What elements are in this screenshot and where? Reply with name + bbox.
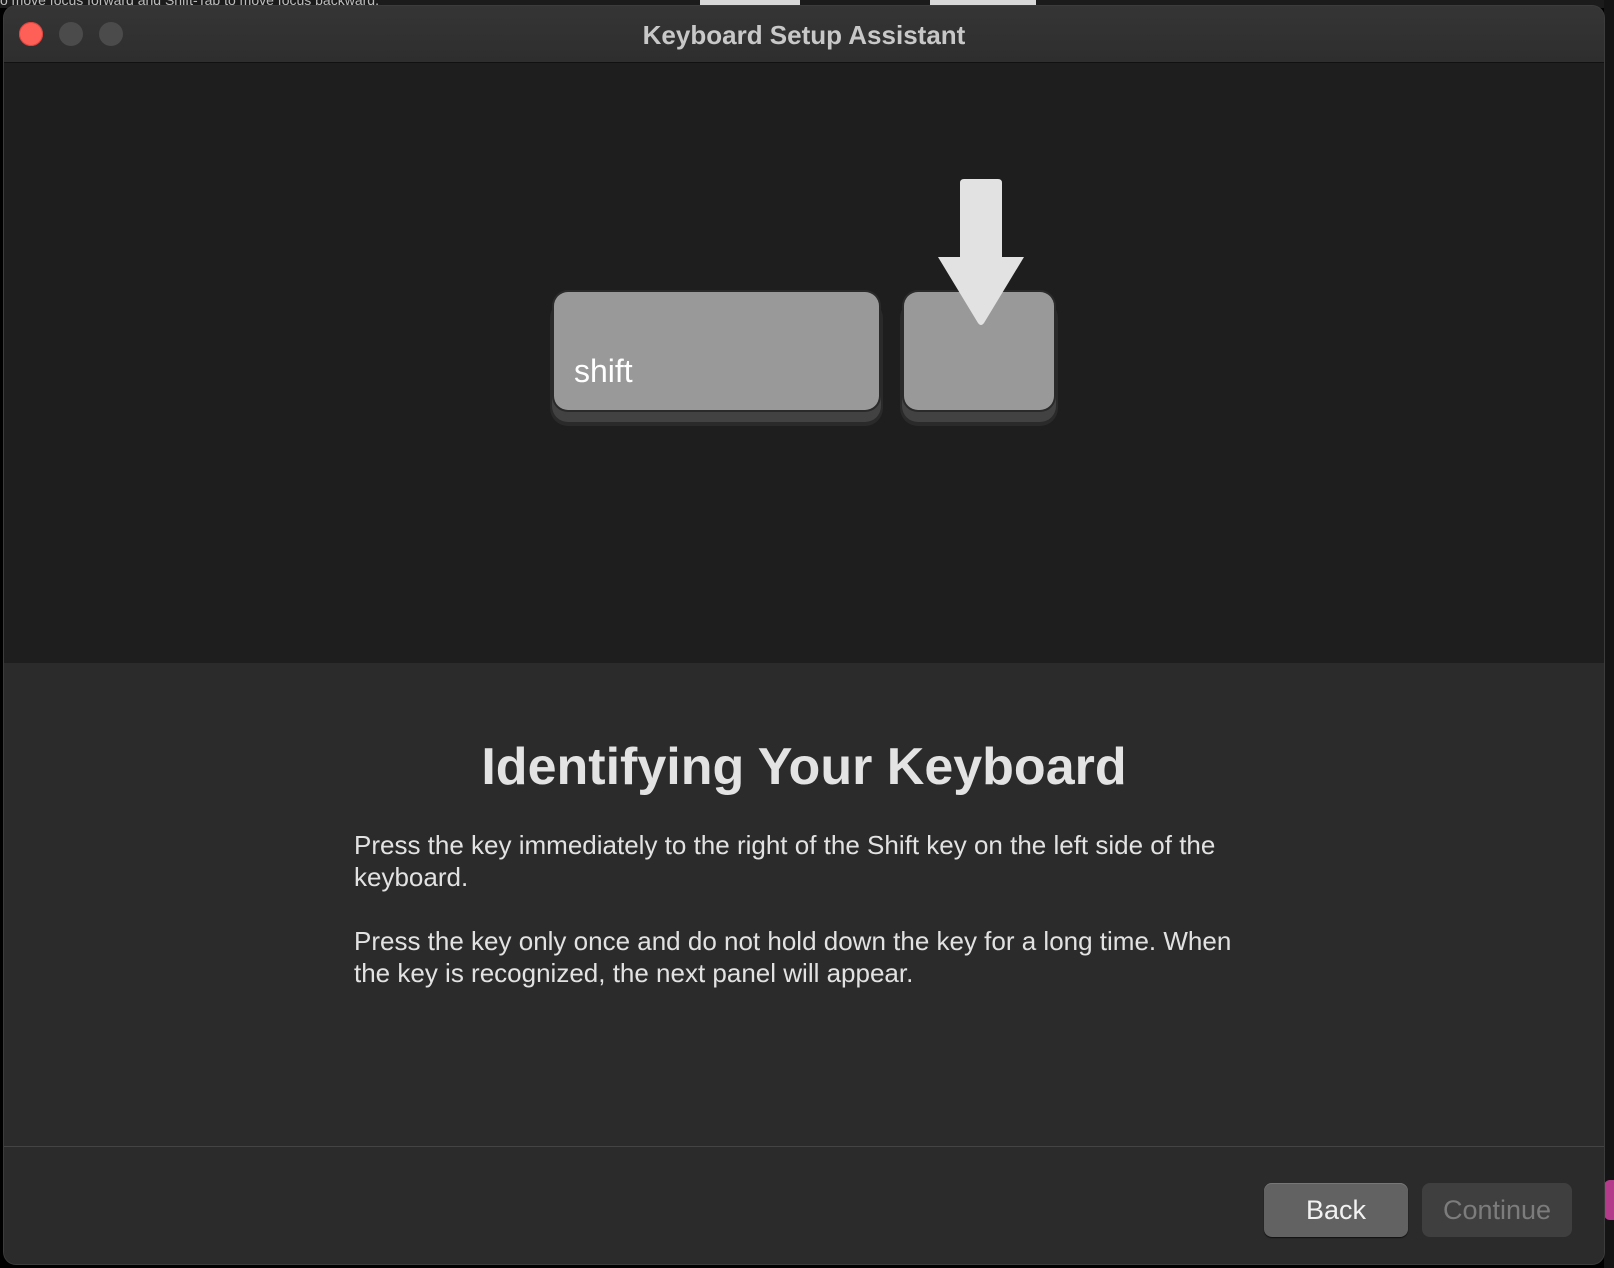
keyboard-setup-window: Keyboard Setup Assistant shift Identifyi… [4, 6, 1604, 1264]
instructions-panel: Identifying Your Keyboard Press the key … [4, 663, 1604, 1153]
instruction-paragraph: Press the key immediately to the right o… [354, 830, 1216, 892]
background-badge [1604, 1180, 1614, 1220]
title-bar[interactable]: Keyboard Setup Assistant [4, 6, 1604, 63]
down-arrow-icon [938, 179, 1024, 325]
shift-key: shift [554, 292, 879, 410]
shift-key-label: shift [574, 353, 633, 389]
instruction-paragraph: Press the key only once and do not hold … [354, 926, 1232, 988]
continue-button: Continue [1422, 1183, 1572, 1237]
background-window-edge [1604, 0, 1614, 1268]
page-title: Identifying Your Keyboard [481, 738, 1127, 796]
button-bar: Back Continue [4, 1146, 1604, 1264]
keyboard-illustration: shift [4, 63, 1604, 663]
back-button[interactable]: Back [1264, 1183, 1408, 1237]
window-title: Keyboard Setup Assistant [642, 20, 966, 50]
